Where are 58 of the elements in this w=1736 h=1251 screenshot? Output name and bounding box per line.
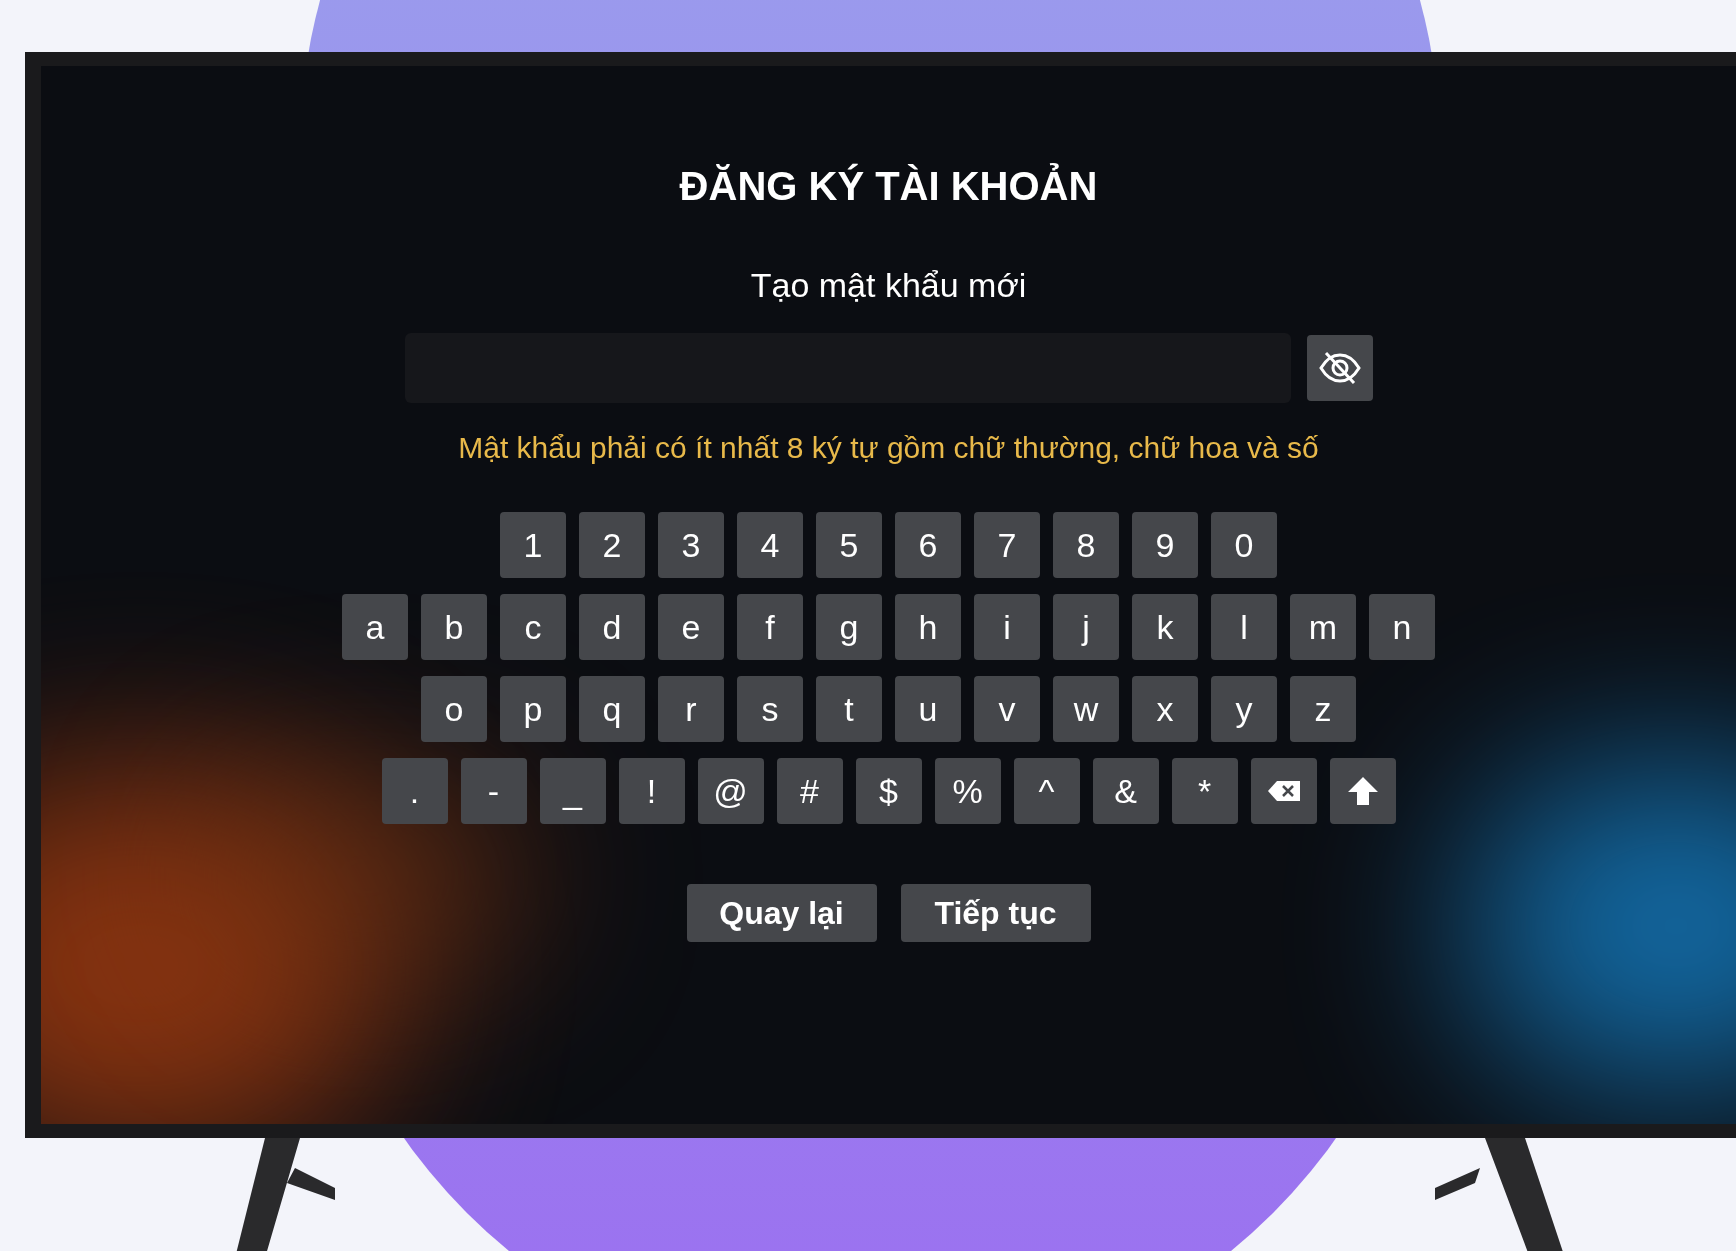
keyboard-key[interactable]: g	[816, 594, 882, 660]
keyboard-key[interactable]: @	[697, 758, 764, 824]
eye-off-icon	[1317, 350, 1362, 386]
keyboard-key[interactable]: 5	[816, 512, 882, 578]
keyboard-key[interactable]: 2	[579, 512, 645, 578]
field-label: Tạo mật khẩu mới	[750, 265, 1027, 306]
keyboard-key[interactable]: a	[342, 594, 408, 660]
keyboard-key[interactable]: i	[974, 594, 1040, 660]
backspace-icon	[1266, 780, 1301, 802]
keyboard-key[interactable]: t	[816, 676, 882, 742]
shift-key[interactable]	[1329, 758, 1396, 824]
keyboard-key[interactable]: v	[974, 676, 1040, 742]
keyboard-key[interactable]: *	[1171, 758, 1238, 824]
screen-title: ĐĂNG KÝ TÀI KHOẢN	[679, 162, 1098, 210]
action-button[interactable]: Tiếp tục	[900, 884, 1091, 942]
keyboard-key[interactable]: u	[895, 676, 961, 742]
arrow-up-icon	[1346, 776, 1379, 806]
keyboard-key[interactable]: f	[737, 594, 803, 660]
keyboard-key[interactable]: 3	[658, 512, 724, 578]
keyboard-key[interactable]: y	[1211, 676, 1277, 742]
keyboard-key[interactable]: r	[658, 676, 724, 742]
keyboard-key[interactable]: l	[1211, 594, 1277, 660]
keyboard-key[interactable]: b	[421, 594, 487, 660]
keyboard-key[interactable]: e	[658, 594, 724, 660]
keyboard-key[interactable]: w	[1053, 676, 1119, 742]
visibility-toggle-button[interactable]	[1306, 335, 1373, 401]
keyboard-key[interactable]: m	[1290, 594, 1356, 660]
keyboard-key[interactable]: #	[776, 758, 843, 824]
keyboard-key[interactable]: %	[934, 758, 1001, 824]
keyboard-key[interactable]: h	[895, 594, 961, 660]
password-hint: Mật khẩu phải có ít nhất 8 ký tự gồm chữ thường, chữ hoa và số	[458, 430, 1319, 466]
keyboard-key[interactable]: 9	[1132, 512, 1198, 578]
keyboard-key[interactable]: 8	[1053, 512, 1119, 578]
keyboard-key[interactable]: s	[737, 676, 803, 742]
backspace-key[interactable]	[1250, 758, 1317, 824]
keyboard-key[interactable]: o	[421, 676, 487, 742]
keyboard-key[interactable]: p	[500, 676, 566, 742]
keyboard-key[interactable]: n	[1369, 594, 1435, 660]
keyboard-key[interactable]: _	[539, 758, 606, 824]
keyboard-key[interactable]: $	[855, 758, 922, 824]
keyboard-key[interactable]: j	[1053, 594, 1119, 660]
keyboard-key[interactable]: -	[460, 758, 527, 824]
keyboard-key[interactable]: ^	[1013, 758, 1080, 824]
keyboard-key[interactable]: z	[1290, 676, 1356, 742]
keyboard-key[interactable]: 0	[1211, 512, 1277, 578]
keyboard-key[interactable]: x	[1132, 676, 1198, 742]
keyboard-key[interactable]: d	[579, 594, 645, 660]
keyboard-key[interactable]: 4	[737, 512, 803, 578]
keyboard-key[interactable]: q	[579, 676, 645, 742]
keyboard-key[interactable]: c	[500, 594, 566, 660]
keyboard-key[interactable]: !	[618, 758, 685, 824]
keyboard-key[interactable]: 7	[974, 512, 1040, 578]
action-button[interactable]: Quay lại	[686, 884, 877, 942]
keyboard-key[interactable]: 6	[895, 512, 961, 578]
keyboard-key[interactable]: k	[1132, 594, 1198, 660]
keyboard-key[interactable]: &	[1092, 758, 1159, 824]
keyboard-key[interactable]: 1	[500, 512, 566, 578]
keyboard-key[interactable]: .	[381, 758, 448, 824]
